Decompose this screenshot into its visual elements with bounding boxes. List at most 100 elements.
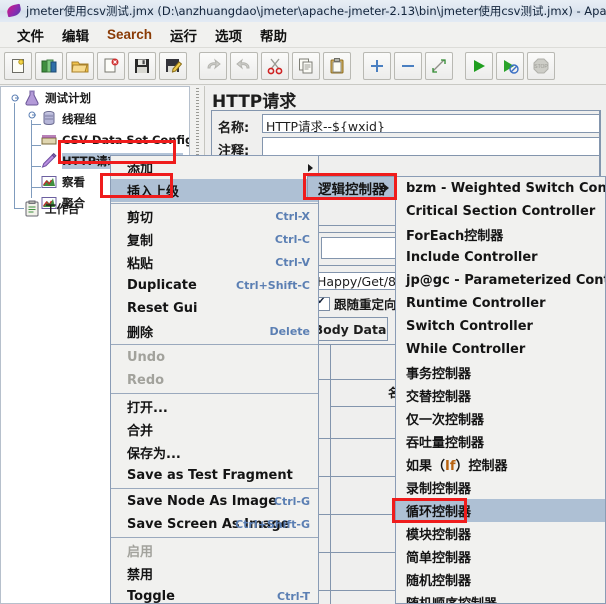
context-menu-item[interactable]: 删除 Delete	[111, 320, 318, 343]
context-menu-item[interactable]: Duplicate Ctrl+Shift-C	[111, 274, 318, 297]
logic-controller-item[interactable]: 随机顺序控制器	[396, 591, 605, 603]
logic-controller-item-label: 交替控制器	[406, 390, 472, 405]
collapse-all-icon[interactable]	[394, 52, 422, 80]
logic-controller-item[interactable]: 模块控制器	[396, 522, 605, 545]
menu-file[interactable]: 文件	[8, 23, 53, 47]
logic-controller-item-label: Critical Section Controller	[406, 204, 596, 219]
logic-controller-submenu[interactable]: bzm - Weighted Switch Controller Critical…	[395, 176, 606, 604]
context-menu-item[interactable]: 插入上级	[111, 179, 318, 202]
svg-text:STOP: STOP	[534, 64, 548, 70]
submenu-anchor-logic-controller[interactable]: 逻辑控制器	[307, 176, 395, 199]
comment-input[interactable]	[262, 137, 600, 156]
logic-controller-item-label: 随机顺序控制器	[406, 593, 497, 603]
context-menu-item-label: 启用	[127, 545, 154, 560]
start-icon[interactable]	[465, 52, 493, 80]
tree-node-workbench[interactable]: 工作台	[23, 200, 80, 218]
toggle-icon[interactable]	[425, 52, 453, 80]
context-menu-item-label: Toggle	[127, 589, 175, 604]
logic-controller-item[interactable]: 吞吐量控制器	[396, 430, 605, 453]
tree-node-label: CSV Data Set Config	[62, 133, 190, 147]
logic-controller-item[interactable]: Critical Section Controller	[396, 200, 605, 223]
context-menu-item[interactable]: Save Screen As Image Ctrl+Shift-G	[111, 513, 318, 536]
menu-search[interactable]: Search	[98, 25, 161, 44]
close-icon[interactable]	[97, 52, 125, 80]
table-divider	[330, 406, 405, 407]
tree-expand-handle-threadgroup[interactable]	[27, 110, 37, 120]
save-icon[interactable]	[128, 52, 156, 80]
logic-controller-item[interactable]: jp@gc - Parameterized Controller	[396, 269, 605, 292]
context-menu-item[interactable]: Save as Test Fragment	[111, 464, 318, 487]
window-titlebar: jmeter使用csv测试.jmx (D:\anzhuangdao\jmeter…	[0, 0, 606, 23]
logic-controller-item[interactable]: 事务控制器	[396, 361, 605, 384]
context-menu-item-shortcut: Ctrl+Shift-G	[235, 518, 310, 531]
logic-controller-item[interactable]: 交替控制器	[396, 384, 605, 407]
context-menu-item-label: 添加	[127, 162, 154, 177]
logic-controller-item-label: 吞吐量控制器	[406, 436, 485, 451]
logic-controller-item[interactable]: While Controller	[396, 338, 605, 361]
context-menu-item[interactable]: 打开...	[111, 395, 318, 418]
tree-node-csv-data-set-config[interactable]: CSV Data Set Config	[40, 131, 190, 149]
save-as-icon[interactable]	[159, 52, 187, 80]
tree-node-thread-group[interactable]: 线程组	[40, 110, 97, 128]
context-menu-item[interactable]: Toggle Ctrl-T	[111, 585, 318, 604]
logic-controller-item[interactable]: 循环控制器	[396, 499, 605, 522]
context-menu-item-label: Duplicate	[127, 278, 197, 293]
context-menu-item-shortcut: Delete	[269, 325, 310, 338]
copy-icon[interactable]	[292, 52, 320, 80]
context-menu-item[interactable]: Reset Gui	[111, 297, 318, 320]
start-no-pauses-icon[interactable]	[496, 52, 524, 80]
main-toolbar: STOP	[0, 48, 606, 85]
logic-controller-item[interactable]: 仅一次控制器	[396, 407, 605, 430]
logic-controller-item[interactable]: 如果（If）控制器	[396, 453, 605, 476]
tree-node-label: 察看	[62, 175, 85, 189]
tree-expand-handle-testplan[interactable]	[10, 93, 20, 103]
logic-controller-item[interactable]: 录制控制器	[396, 476, 605, 499]
logic-controller-item[interactable]: Switch Controller	[396, 315, 605, 338]
logic-controller-item-label: 简单控制器	[406, 551, 472, 566]
new-icon[interactable]	[4, 52, 32, 80]
tree-node-view-results-tree[interactable]: 察看	[40, 173, 85, 191]
context-menu-item[interactable]: 添加	[111, 156, 318, 179]
logic-controller-item-label: jp@gc - Parameterized Controller	[406, 273, 605, 288]
logic-controller-item[interactable]: bzm - Weighted Switch Controller	[396, 177, 605, 200]
context-menu-item[interactable]: 复制 Ctrl-C	[111, 228, 318, 251]
expand-all-icon[interactable]	[363, 52, 391, 80]
cut-icon[interactable]	[261, 52, 289, 80]
logic-controller-item[interactable]: 随机控制器	[396, 568, 605, 591]
context-menu-item[interactable]: Save Node As Image Ctrl-G	[111, 490, 318, 513]
toolbar-separator	[190, 52, 199, 80]
open-icon[interactable]	[66, 52, 94, 80]
tree-line	[14, 103, 15, 209]
menu-run[interactable]: 运行	[161, 23, 206, 47]
logic-controller-item[interactable]: Include Controller	[396, 246, 605, 269]
templates-icon[interactable]	[35, 52, 63, 80]
tab-body-data[interactable]: Body Data	[312, 317, 388, 341]
context-menu-item-label: Reset Gui	[127, 301, 198, 316]
logic-controller-item-label: 仅一次控制器	[406, 413, 485, 428]
logic-controller-item[interactable]: 简单控制器	[396, 545, 605, 568]
context-menu-item-shortcut: Ctrl+Shift-C	[236, 279, 310, 292]
chevron-right-icon	[308, 163, 313, 172]
context-menu-item-label: 删除	[127, 326, 154, 341]
context-menu-item-shortcut: Ctrl-C	[274, 233, 310, 246]
context-menu-item[interactable]: 禁用	[111, 562, 318, 585]
paste-icon[interactable]	[323, 52, 351, 80]
menu-separator	[111, 537, 318, 538]
menu-separator	[111, 203, 318, 204]
tree-context-menu[interactable]: 添加插入上级剪切 Ctrl-X 复制 Ctrl-C 粘贴 Ctrl-V Duplicate C…	[110, 155, 319, 604]
follow-redirects-row[interactable]: 跟随重定向	[316, 294, 397, 313]
menu-options[interactable]: 选项	[206, 23, 251, 47]
context-menu-item-shortcut: Ctrl-G	[273, 495, 310, 508]
tree-node-test-plan[interactable]: 测试计划	[23, 89, 91, 107]
context-menu-item[interactable]: 粘贴 Ctrl-V	[111, 251, 318, 274]
logic-controller-item-label: Switch Controller	[406, 319, 533, 334]
context-menu-item[interactable]: 合并	[111, 418, 318, 441]
context-menu-item[interactable]: 剪切 Ctrl-X	[111, 205, 318, 228]
menu-help[interactable]: 帮助	[251, 23, 296, 47]
tree-node-label: 工作台	[45, 202, 80, 216]
name-input[interactable]: HTTP请求--${wxid}	[262, 114, 600, 133]
logic-controller-item[interactable]: Runtime Controller	[396, 292, 605, 315]
menu-edit[interactable]: 编辑	[53, 23, 98, 47]
context-menu-item[interactable]: 保存为...	[111, 441, 318, 464]
logic-controller-item[interactable]: ForEach控制器	[396, 223, 605, 246]
